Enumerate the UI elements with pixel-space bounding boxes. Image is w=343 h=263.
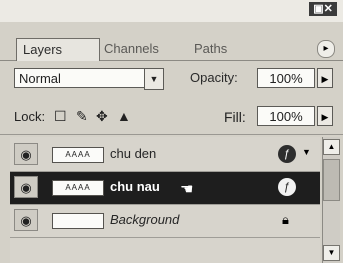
eye-icon[interactable]: ◉ <box>14 209 38 231</box>
layers-list: ◉ AAAA chu den ƒ ▼ ◉ AAAA chu nau ☚ ƒ ◉ … <box>10 137 320 263</box>
eye-icon[interactable]: ◉ <box>14 143 38 165</box>
lock-transparent-icon[interactable]: ☐ <box>54 108 67 125</box>
blend-mode-value: Normal <box>19 71 61 86</box>
blend-opacity-row: Normal ▼ Opacity: 100% ▶ <box>0 60 343 96</box>
layer-effects-icon[interactable]: ƒ <box>278 145 296 163</box>
blend-mode-select[interactable]: Normal ▼ <box>14 68 164 90</box>
lock-all-icon[interactable]: ▲ <box>117 108 131 124</box>
opacity-arrow-button[interactable]: ▶ <box>317 68 333 88</box>
fill-arrow-button[interactable]: ▶ <box>317 106 333 126</box>
cursor-hand-icon: ☚ <box>180 181 194 198</box>
tab-layers[interactable]: Layers <box>16 38 100 61</box>
tab-strip: Layers Channels Paths ▸ <box>0 22 343 61</box>
eye-icon[interactable]: ◉ <box>14 176 38 198</box>
chevron-down-icon[interactable]: ▼ <box>144 68 164 90</box>
layer-thumbnail: AAAA <box>52 147 104 163</box>
tab-paths[interactable]: Paths <box>188 38 233 60</box>
scroll-up-button[interactable]: ▲ <box>323 139 340 155</box>
scroll-down-button[interactable]: ▼ <box>323 245 340 261</box>
layers-scrollbar[interactable]: ▲ ▼ <box>322 137 340 263</box>
lock-label: Lock: <box>14 109 46 124</box>
lock-icon: 🔒︎ <box>282 212 289 227</box>
brush-icon[interactable] <box>42 176 52 198</box>
tab-channels[interactable]: Channels <box>98 38 165 60</box>
fill-input[interactable]: 100% <box>257 106 315 126</box>
opacity-input[interactable]: 100% <box>257 68 315 88</box>
opacity-label: Opacity: <box>190 70 238 85</box>
layer-thumbnail <box>52 213 104 229</box>
lock-move-icon[interactable]: ✥ <box>96 108 108 125</box>
panel-menu-button[interactable]: ▸ <box>317 40 335 58</box>
lock-brush-icon[interactable]: ✎ <box>76 108 88 125</box>
layer-name[interactable]: Background <box>110 212 179 227</box>
expand-effects-icon[interactable]: ▼ <box>302 147 311 157</box>
fill-label: Fill: <box>224 109 246 125</box>
scroll-thumb[interactable] <box>323 159 340 201</box>
close-button[interactable]: ▣✕ <box>309 2 337 16</box>
layer-name[interactable]: chu den <box>110 146 156 161</box>
layer-thumbnail: AAAA <box>52 180 104 196</box>
layer-row-chu-den[interactable]: ◉ AAAA chu den ƒ ▼ <box>10 139 320 172</box>
layers-panel: ▣✕ Layers Channels Paths ▸ Normal ▼ Opac… <box>0 0 343 263</box>
layer-row-background[interactable]: ◉ Background 🔒︎ <box>10 205 320 238</box>
layer-name[interactable]: chu nau <box>110 179 160 194</box>
layer-effects-icon[interactable]: ƒ <box>278 178 296 196</box>
brush-slot[interactable] <box>42 143 52 165</box>
lock-fill-row: Lock: ☐ ✎ ✥ ▲ Fill: 100% ▶ <box>0 100 343 135</box>
panel-titlebar: ▣✕ <box>0 0 343 22</box>
layer-row-chu-nau[interactable]: ◉ AAAA chu nau ☚ ƒ <box>10 172 320 205</box>
